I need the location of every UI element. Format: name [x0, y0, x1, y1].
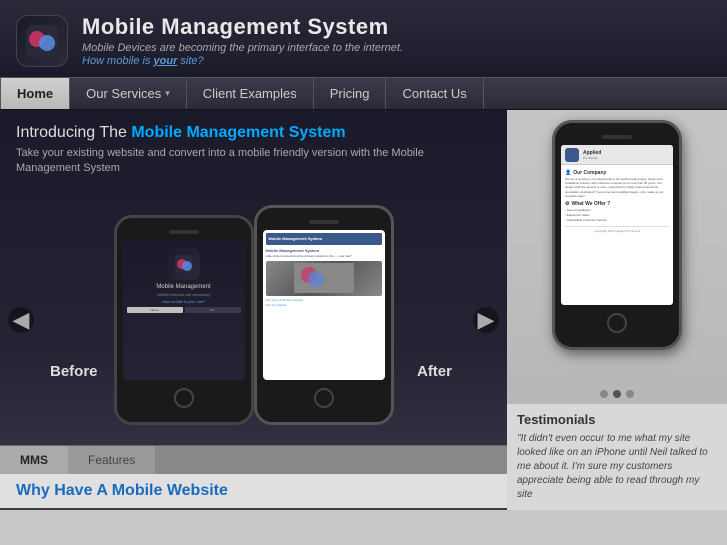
right-panel: Applied Pro Sound 👤 Our Company We are a…: [507, 110, 727, 510]
nav-item-contact-us[interactable]: Contact Us: [386, 78, 483, 109]
right-phone-area: Applied Pro Sound 👤 Our Company We are a…: [507, 110, 727, 385]
list-item-customer: - Unbeatable Customer Service: [565, 218, 669, 222]
nav-item-home[interactable]: Home: [0, 78, 70, 109]
prev-button[interactable]: ◀: [8, 307, 34, 333]
applied-logo-icon: [565, 148, 579, 162]
testimonials: Testimonials "It didn't even occur to me…: [507, 403, 727, 510]
what-we-offer-title: ⚙ What We Offer ?: [565, 201, 669, 207]
nav-item-client-examples[interactable]: Client Examples: [187, 78, 314, 109]
tagline: Mobile Devices are becoming the primary …: [82, 42, 403, 54]
tagline2-bold: your: [154, 55, 178, 67]
next-button[interactable]: ▶: [473, 307, 499, 333]
phone-after: Mobile Management System Mobile Manageme…: [254, 205, 394, 425]
before-phone-screen: Mobile Management Mobile Devices are bec…: [123, 240, 245, 380]
list-item-equipment: - Equipment Sales: [565, 213, 669, 217]
before-screen-title: Mobile Management: [127, 284, 241, 290]
after-header-bar: Mobile Management System: [266, 233, 382, 245]
right-phone-content: 👤 Our Company We are a company of profes…: [561, 165, 673, 236]
bottom-text: Why Have A Mobile Website: [0, 474, 507, 508]
phone-speaker: [169, 230, 199, 234]
after-screen-content: Mobile Management System Mobile Manageme…: [263, 230, 385, 380]
right-phone-home-button: [607, 313, 627, 333]
our-company-text: We are a company of professionals in the…: [565, 177, 669, 198]
after-phone-home-button: [314, 388, 334, 408]
list-item-sound: - Sound Installation: [565, 208, 669, 212]
tagline2-prefix: How mobile is: [82, 55, 154, 67]
header-text: Mobile Management System Mobile Devices …: [82, 14, 403, 67]
right-phone-footer: Copyright 2011 Applied Pro Sound: [565, 226, 669, 233]
nav-item-our-services[interactable]: Our Services ▾: [70, 78, 187, 109]
testimonial-text: "It didn't even occur to me what my site…: [517, 432, 717, 502]
applied-logo-text: Applied: [583, 150, 601, 156]
bottom-tabs: MMS Features: [0, 445, 507, 474]
intro-heading: Introducing The Mobile Management System: [16, 124, 491, 142]
applied-logo-sub: Pro Sound: [583, 156, 601, 160]
before-phone-home-button: [174, 388, 194, 408]
mini-nav-our: Our: [185, 307, 241, 313]
testimonials-title: Testimonials: [517, 412, 717, 427]
before-label: Before: [50, 363, 98, 380]
tagline2-suffix: site?: [177, 55, 203, 67]
chevron-down-icon: ▾: [165, 88, 170, 99]
right-phone-speaker: [602, 135, 632, 139]
right-phone-header: Applied Pro Sound: [561, 145, 673, 165]
logo-icon: [16, 15, 68, 67]
tagline2: How mobile is your site?: [82, 55, 403, 67]
bottom-heading: Why Have A Mobile Website: [16, 482, 491, 500]
dot-3: [626, 390, 634, 398]
site-title: Mobile Management System: [82, 14, 403, 40]
phone-speaker-after: [309, 220, 339, 224]
before-screen-content: Mobile Management Mobile Devices are bec…: [123, 240, 245, 380]
right-phone-screen: Applied Pro Sound 👤 Our Company We are a…: [561, 145, 673, 305]
dot-1: [600, 390, 608, 398]
before-screen-tagline: Mobile Devices are becoming: [127, 292, 241, 297]
left-content: Introducing The Mobile Management System…: [0, 110, 507, 510]
intro-text: Introducing The Mobile Management System…: [0, 110, 507, 185]
our-company-title: 👤 Our Company: [565, 170, 669, 176]
after-mini-image: [266, 261, 382, 296]
before-screen-nav: Home Our: [127, 307, 241, 313]
dot-2: [613, 390, 621, 398]
tab-features[interactable]: Features: [68, 446, 155, 474]
dot-indicators: [507, 385, 727, 403]
gear-icon: ⚙: [565, 201, 569, 207]
person-icon: 👤: [565, 170, 571, 176]
after-label: After: [417, 363, 452, 380]
before-screen-tagline2: How mobile is your site?: [127, 299, 241, 304]
after-phone-screen: Mobile Management System Mobile Manageme…: [263, 230, 385, 380]
intro-body: Take your existing website and convert i…: [16, 146, 491, 177]
main-nav: Home Our Services ▾ Client Examples Pric…: [0, 77, 727, 110]
nav-item-pricing[interactable]: Pricing: [314, 78, 387, 109]
mini-nav-home: Home: [127, 307, 183, 313]
before-screen-logo: [168, 248, 200, 280]
phone-showcase: ◀ Mobile Management Mobil: [0, 195, 507, 445]
phone-before: Mobile Management Mobile Devices are bec…: [114, 215, 254, 425]
header: Mobile Management System Mobile Devices …: [0, 0, 727, 77]
right-phone: Applied Pro Sound 👤 Our Company We are a…: [552, 120, 682, 350]
tab-mms[interactable]: MMS: [0, 446, 68, 474]
main-layout: Introducing The Mobile Management System…: [0, 110, 727, 510]
